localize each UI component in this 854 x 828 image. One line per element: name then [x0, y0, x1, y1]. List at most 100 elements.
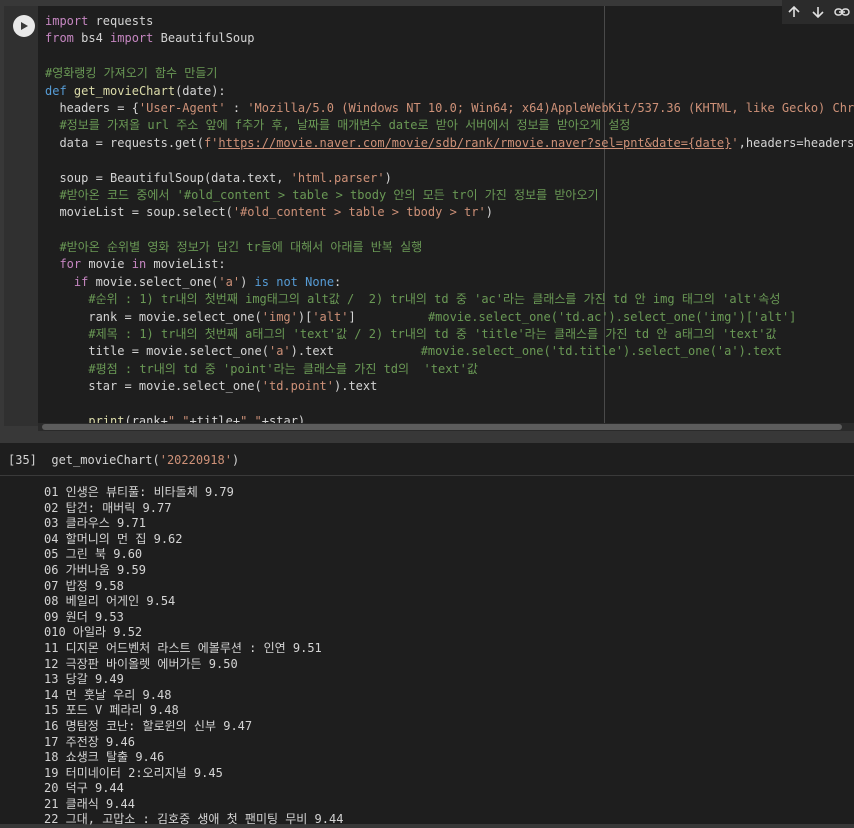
play-icon: [21, 22, 28, 30]
output-line: 03 클라우스 9.71: [44, 516, 146, 531]
call-prefix: get_movieChart(: [51, 453, 160, 467]
code-token: #movie.select_one('td.title').select_one…: [420, 344, 782, 359]
output-line: 16 명탐정 코난: 할로윈의 신부 9.47: [44, 718, 253, 733]
code-token: #순위 : 1) tr내의 첫번째 img태그의 alt값 / 2) tr내의 …: [45, 292, 781, 307]
output-line: 05 그린 북 9.60: [44, 547, 143, 562]
code-token: ': [731, 135, 739, 150]
output-line: 18 쇼생크 탈출 9.46: [44, 750, 165, 765]
code-line: for movie in movieList:: [45, 256, 854, 273]
code-line: #평점 : tr내의 td 중 'point'라는 클래스를 가진 td의 't…: [45, 361, 854, 378]
code-line: from bs4 import BeautifulSoup: [45, 30, 854, 47]
code-token: None: [305, 274, 335, 289]
code-token: 'img': [261, 309, 298, 324]
code-token: ,headers=headers): [738, 135, 854, 150]
code-token: BeautifulSoup: [153, 31, 255, 46]
output-cell[interactable]: [35] get_movieChart('20220918') 01 인생은 뷰…: [0, 443, 854, 826]
code-token: #영화랭킹 가져오기 함수 만들기: [45, 66, 218, 81]
code-token: if: [73, 274, 89, 289]
code-token: soup = BeautifulSoup(data.text,: [45, 170, 291, 185]
output-line: 010 아일라 9.52: [44, 625, 143, 640]
code-line: movieList = soup.select('#old_content > …: [45, 204, 854, 221]
output-line: 20 덕구 9.44: [44, 781, 124, 796]
code-token: import: [45, 14, 89, 28]
code-line: rank = movie.select_one('img')['alt'] #m…: [45, 309, 854, 326]
code-token: star = movie.select_one(: [45, 379, 262, 394]
code-line: #정보를 가져올 url 주소 앞에 f추가 후, 날짜를 매개변수 date로…: [45, 117, 854, 134]
call-argument: '20220918': [159, 453, 232, 467]
code-token: )[: [297, 309, 313, 324]
code-token: :: [225, 100, 248, 115]
scrollbar-thumb[interactable]: [42, 424, 842, 430]
code-token: requests: [88, 14, 154, 28]
code-token: bs4: [73, 31, 111, 46]
code-token: ): [384, 170, 392, 185]
code-editor[interactable]: import requests from bs4 import Beautiful…: [38, 6, 854, 426]
code-line: #제목 : 1) tr내의 첫번째 a태그의 'text'값 / 2) tr내의…: [45, 326, 854, 343]
cell-gutter: [4, 6, 38, 426]
code-token: movieList = soup.select(: [45, 205, 233, 220]
code-token: 'a': [218, 274, 241, 289]
code-line: if movie.select_one('a') is not None:: [45, 274, 854, 291]
code-content[interactable]: import requests from bs4 import Beautiful…: [45, 13, 854, 426]
code-token: movie: [81, 257, 132, 272]
code-token: 'td.point': [261, 379, 334, 394]
output-line: 22 그대, 고맙소 : 김호중 생애 첫 팬미팅 무비 9.44: [44, 812, 344, 827]
call-cell-code[interactable]: [35] get_movieChart('20220918'): [8, 453, 239, 467]
code-line: #영화랭킹 가져오기 함수 만들기: [45, 65, 854, 82]
cell-divider: [0, 433, 854, 443]
code-token: #받아온 코드 중에서 '#old_content > table > tbod…: [45, 187, 599, 202]
link-to-cell-button[interactable]: [832, 2, 852, 22]
code-token: :: [334, 274, 342, 289]
code-token: 'html.parser': [290, 170, 385, 185]
code-token: movie.select_one(: [88, 274, 219, 289]
code-token: from: [45, 31, 74, 46]
code-token: for: [59, 257, 82, 272]
move-cell-down-button[interactable]: [808, 2, 828, 22]
code-token: def: [45, 83, 67, 98]
output-line: 15 포드 V 페라리 9.48: [44, 703, 179, 718]
output-text: 01 인생은 뷰티풀: 비타돌체 9.79 02 탑건: 매버릭 9.77 03 클…: [44, 485, 343, 828]
code-token: ).text: [334, 379, 378, 394]
move-cell-up-button[interactable]: [784, 2, 804, 22]
call-suffix: ): [231, 453, 240, 467]
code-token: title = movie.select_one(: [45, 344, 269, 359]
code-token: is not: [254, 274, 298, 289]
code-token: '#old_content > table > tbody > tr': [232, 205, 486, 220]
code-token: 'User-Agent': [138, 100, 226, 115]
code-line: def get_movieChart(date):: [45, 83, 854, 100]
output-line: 19 터미네이터 2:오리지널 9.45: [44, 765, 223, 780]
output-line: 11 디지몬 어드벤처 라스트 에볼루션 : 인연 9.51: [44, 640, 322, 655]
code-line: data = requests.get(f'https://movie.nave…: [45, 135, 854, 152]
code-token: {date}: [688, 135, 732, 150]
code-token: ): [485, 205, 493, 220]
code-token: ]: [348, 309, 428, 324]
output-line: 14 먼 훗날 우리 9.48: [44, 687, 172, 702]
code-token: headers = {: [45, 100, 139, 115]
code-token: #정보를 가져올 url 주소 앞에 f추가 후, 날짜를 매개변수 date로…: [45, 118, 631, 133]
link-icon: [834, 8, 850, 16]
output-line: 17 주전장 9.46: [44, 734, 135, 749]
output-line: 01 인생은 뷰티풀: 비타돌체 9.79: [44, 485, 234, 499]
code-token: 'Mozilla/5.0 (Windows NT 10.0; Win64; x6…: [247, 100, 854, 115]
code-token: (date):: [175, 83, 226, 98]
code-token: movieList:: [146, 257, 226, 272]
code-token: get_movieChart: [73, 83, 176, 98]
code-cell[interactable]: import requests from bs4 import Beautiful…: [0, 0, 854, 433]
code-token: https://movie.naver.com/movie/sdb/rank/r…: [218, 135, 689, 150]
code-token: #받아온 순위별 영화 정보가 담긴 tr들에 대해서 아래를 반복 실행: [45, 240, 423, 255]
output-line: 02 탑건: 매버릭 9.77: [44, 500, 172, 515]
code-token: ): [240, 274, 255, 289]
code-token: f': [203, 135, 219, 150]
code-token: ).text: [290, 344, 421, 359]
horizontal-scrollbar[interactable]: [38, 423, 854, 431]
code-token: rank = movie.select_one(: [45, 309, 262, 324]
execution-count: [35]: [8, 453, 37, 467]
run-cell-button[interactable]: [13, 15, 35, 37]
output-line: 13 당갈 9.49: [44, 672, 124, 687]
arrow-down-icon: [812, 7, 824, 19]
